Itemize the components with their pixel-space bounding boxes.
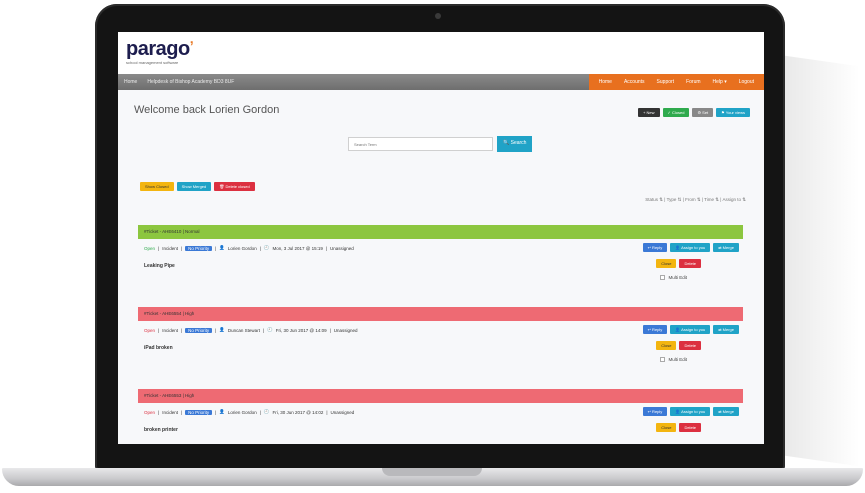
user-icon: 👤: [219, 327, 225, 332]
status-label: Open: [144, 409, 156, 415]
delete-closed-button[interactable]: 🗑 Delete closed: [214, 182, 255, 191]
show-merged-button[interactable]: Show Merged: [176, 182, 212, 191]
nav-school-link[interactable]: Helpdesk of Bishop Academy BD3 8UF: [147, 79, 234, 85]
ticket-header[interactable]: #Ticket - AHE6410 | Normal: [138, 225, 743, 239]
merge-button[interactable]: ⇄ Merge: [713, 325, 739, 334]
nav-item-support[interactable]: Support: [651, 74, 681, 90]
tagline: school management software: [126, 60, 179, 65]
multi-edit-label: Multi Edit: [668, 275, 687, 280]
reply-button[interactable]: ↩ Reply: [642, 325, 668, 334]
filter-row: Show Closed Show Merged 🗑 Delete closed: [140, 182, 255, 191]
time-label: Fri, 30 Jun 2017 @ 14:02: [272, 409, 324, 415]
person-label: Lorien Gordon: [227, 409, 257, 415]
nav-right: Home Accounts Support Forum Help ▾ Logou…: [588, 74, 764, 90]
assign-label: Unassigned: [330, 245, 354, 251]
multi-edit-checkbox[interactable]: [660, 275, 666, 280]
ticket: #Ticket - AHE6553 | High Open | Incident |…: [138, 389, 743, 444]
type-label: Incident: [162, 327, 178, 333]
show-closed-button[interactable]: Show Closed: [140, 182, 174, 191]
assign-label: Unassigned: [333, 327, 358, 333]
ticket-actions-2: Close Delete: [656, 259, 701, 268]
multi-edit[interactable]: Multi Edit: [660, 275, 687, 280]
laptop-base: [2, 468, 863, 486]
assign-button[interactable]: 👤 Assign to you: [670, 243, 711, 252]
ticket-title[interactable]: iPad broken: [144, 345, 737, 351]
close-button[interactable]: Close: [656, 259, 677, 268]
clock-icon: 🕘: [267, 327, 273, 332]
type-label: Incident: [162, 245, 178, 251]
nav-item-forum[interactable]: Forum: [680, 74, 706, 90]
ticket-body: Open | Incident | No Priority | 👤 Duncan St…: [138, 321, 743, 389]
closed-button[interactable]: ✓ Closed: [662, 108, 690, 117]
merge-button[interactable]: ⇄ Merge: [713, 243, 739, 252]
top-nav: Home Helpdesk of Bishop Academy BD3 8UF …: [118, 74, 764, 90]
ticket-actions-2: Close Delete: [656, 423, 701, 432]
ticket-header[interactable]: #Ticket - AHE6553 | High: [138, 389, 743, 403]
delete-button[interactable]: Delete: [679, 423, 701, 432]
person-label: Lorien Gordon: [227, 245, 257, 251]
your-views-button[interactable]: ⚑ Your views: [716, 108, 750, 117]
merge-button[interactable]: ⇄ Merge: [713, 407, 739, 416]
sort-row[interactable]: Status ⇅ | Type ⇅ | From ⇅ | Time ⇅ | As…: [645, 197, 746, 203]
screen: paragoʼ school management software Home …: [118, 32, 764, 444]
close-button[interactable]: Close: [656, 423, 677, 432]
close-button[interactable]: Close: [656, 341, 677, 350]
nav-home-link[interactable]: Home: [124, 79, 137, 85]
user-icon: 👤: [219, 409, 225, 414]
search-input[interactable]: [348, 137, 493, 151]
settings-button[interactable]: ⚙ Set: [692, 108, 714, 117]
ticket-actions: ↩ Reply 👤 Assign to you ⇄ Merge: [642, 407, 739, 416]
delete-button[interactable]: Delete: [679, 259, 701, 268]
nav-item-accounts[interactable]: Accounts: [618, 74, 651, 90]
ticket-title[interactable]: Leaking Pipe: [144, 263, 737, 269]
multi-edit-label: Multi Edit: [668, 357, 687, 362]
multi-edit-checkbox[interactable]: [660, 357, 666, 362]
top-actions: + New ✓ Closed ⚙ Set ⚑ Your views: [638, 108, 750, 117]
status-label: Open: [144, 245, 156, 251]
multi-edit[interactable]: Multi Edit: [660, 357, 687, 362]
ticket-body: Open | Incident | No Priority | 👤 Lorien Go…: [138, 403, 743, 444]
ticket-actions: ↩ Reply 👤 Assign to you ⇄ Merge: [642, 243, 739, 252]
time-label: Mon, 3 Jul 2017 @ 15:19: [272, 245, 323, 251]
priority-pill: No Priority: [185, 245, 213, 251]
search-row: 🔍 Search: [348, 136, 533, 152]
reply-button[interactable]: ↩ Reply: [642, 407, 668, 416]
camera: [435, 13, 441, 19]
search-button[interactable]: 🔍 Search: [497, 136, 533, 152]
clock-icon: 🕘: [263, 245, 270, 250]
ticket-actions: ↩ Reply 👤 Assign to you ⇄ Merge: [642, 325, 739, 334]
reply-button[interactable]: ↩ Reply: [642, 243, 668, 252]
ticket-body: Open | Incident | No Priority | 👤 Lorien Go…: [138, 239, 743, 307]
priority-pill: No Priority: [185, 409, 213, 415]
base-notch: [382, 468, 482, 476]
time-label: Fri, 30 Jun 2017 @ 14:09: [275, 327, 327, 333]
nav-item-home[interactable]: Home: [593, 74, 618, 90]
ticket-title[interactable]: broken printer: [144, 427, 737, 433]
assign-button[interactable]: 👤 Assign to you: [670, 407, 711, 416]
brand-bar: paragoʼ school management software: [118, 32, 764, 74]
priority-pill: No Priority: [185, 327, 213, 333]
type-label: Incident: [162, 409, 178, 415]
nav-item-help[interactable]: Help ▾: [707, 74, 733, 90]
ticket: #Ticket - AHE6410 | Normal Open | Inciden…: [138, 225, 743, 307]
logo[interactable]: paragoʼ: [126, 38, 764, 61]
user-icon: 👤: [219, 245, 225, 250]
ticket-header[interactable]: #Ticket - AHE6554 | High: [138, 307, 743, 321]
ticket-actions-2: Close Delete: [656, 341, 701, 350]
new-ticket-button[interactable]: + New: [638, 108, 660, 117]
assign-label: Unassigned: [330, 409, 355, 415]
status-label: Open: [144, 327, 156, 333]
assign-button[interactable]: 👤 Assign to you: [670, 325, 711, 334]
clock-icon: 🕘: [263, 409, 270, 414]
nav-item-logout[interactable]: Logout: [733, 74, 760, 90]
person-label: Duncan Stewart: [227, 327, 260, 333]
logo-text: parago: [126, 38, 190, 60]
logo-mark: ʼ: [189, 38, 194, 54]
ticket: #Ticket - AHE6554 | High Open | Incident |…: [138, 307, 743, 389]
delete-button[interactable]: Delete: [679, 341, 701, 350]
